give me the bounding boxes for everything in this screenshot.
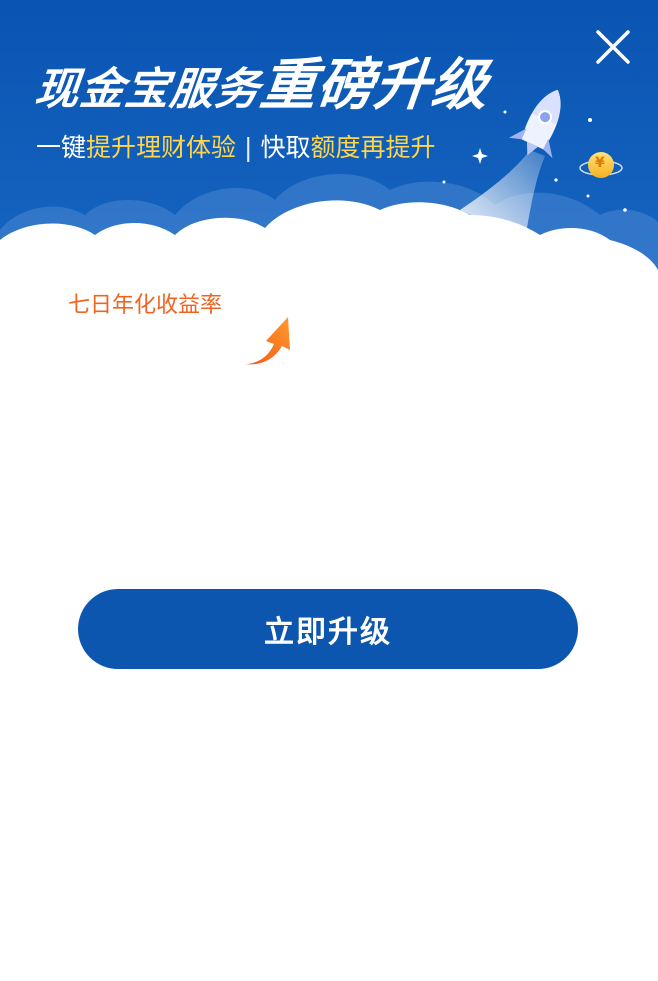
subtitle-highlight2: 额度再提升: [310, 133, 436, 162]
subtitle-separator: |: [244, 133, 253, 162]
subtitle-part2: 快取: [260, 133, 311, 162]
upgrade-popup: ¥ 现金宝服务重磅升级 一键提升理财体验 | 快取额度再提升 七日年化收益率 立即升…: [0, 0, 658, 981]
banner-title: 现金宝服务重磅升级: [32, 40, 494, 121]
rate-label: 七日年化收益率: [68, 293, 223, 318]
upgrade-button[interactable]: 立即升级: [78, 589, 578, 669]
coin-symbol: ¥: [595, 155, 605, 171]
up-arrow-icon: [242, 314, 294, 368]
close-button[interactable]: [592, 26, 634, 68]
subtitle-highlight1: 提升理财体验: [86, 133, 237, 162]
close-icon: [596, 30, 630, 64]
banner-subtitle: 一键提升理财体验 | 快取额度再提升: [36, 128, 436, 164]
title-prefix: 现金宝服务: [32, 64, 263, 115]
title-emphasis: 重磅升级: [257, 53, 492, 118]
subtitle-part1: 一键: [36, 133, 87, 162]
